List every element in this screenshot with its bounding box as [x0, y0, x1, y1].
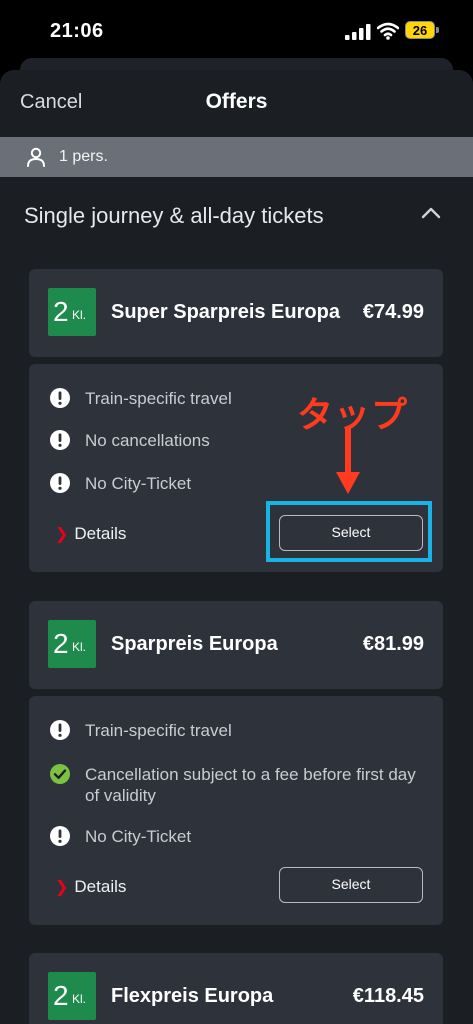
exclamation-circle-icon — [50, 473, 70, 493]
check-circle-icon — [50, 764, 70, 784]
chevron-right-icon: ❯ — [55, 526, 69, 543]
battery-level: 26 — [412, 23, 428, 38]
passenger-count: 1 pers. — [59, 148, 108, 165]
chevron-right-icon: ❯ — [55, 879, 69, 896]
wifi-icon — [377, 22, 399, 40]
page-title: Offers — [205, 90, 268, 113]
exclamation-circle-icon — [50, 826, 70, 846]
status-bar: 21:06 26 — [0, 0, 473, 64]
offer-card-header: 2 Kl. Sparpreis Europa €81.99 — [29, 601, 443, 689]
offer-card-header: 2 Kl. Flexpreis Europa €118.45 — [29, 953, 443, 1024]
exclamation-circle-icon — [50, 430, 70, 450]
exclamation-circle-icon — [50, 720, 70, 740]
select-button[interactable]: Select — [279, 867, 423, 903]
cellular-signal-icon — [345, 24, 371, 40]
class-badge: 2 Kl. — [48, 972, 96, 1020]
battery-icon: 26 — [405, 21, 441, 41]
details-link[interactable]: ❯ Details — [55, 524, 126, 544]
offer-card-header: 2 Kl. Super Sparpreis Europa €74.99 — [29, 269, 443, 357]
offer-name: Sparpreis Europa — [111, 633, 278, 655]
details-link[interactable]: ❯ Details — [55, 877, 126, 897]
offer-price: €118.45 — [352, 985, 424, 1007]
offer-price: €74.99 — [362, 301, 424, 323]
offer-card-body: Train-specific travel Cancellation subje… — [29, 696, 443, 925]
offer-name: Flexpreis Europa — [111, 985, 274, 1007]
passenger-bar[interactable]: 1 pers. — [0, 137, 473, 177]
arrow-down-icon — [336, 428, 360, 494]
section-title: Single journey & all-day tickets — [24, 203, 324, 228]
offer-name: Super Sparpreis Europa — [111, 301, 340, 323]
offer-price: €81.99 — [362, 633, 424, 655]
class-badge: 2 Kl. — [48, 620, 96, 668]
exclamation-circle-icon — [50, 388, 70, 408]
user-icon — [27, 147, 45, 167]
status-time: 21:06 — [50, 20, 104, 42]
highlight-box — [266, 501, 432, 562]
chevron-up-icon[interactable] — [420, 206, 442, 220]
class-badge: 2 Kl. — [48, 288, 96, 336]
nav-bar: Cancel Offers — [0, 70, 473, 136]
